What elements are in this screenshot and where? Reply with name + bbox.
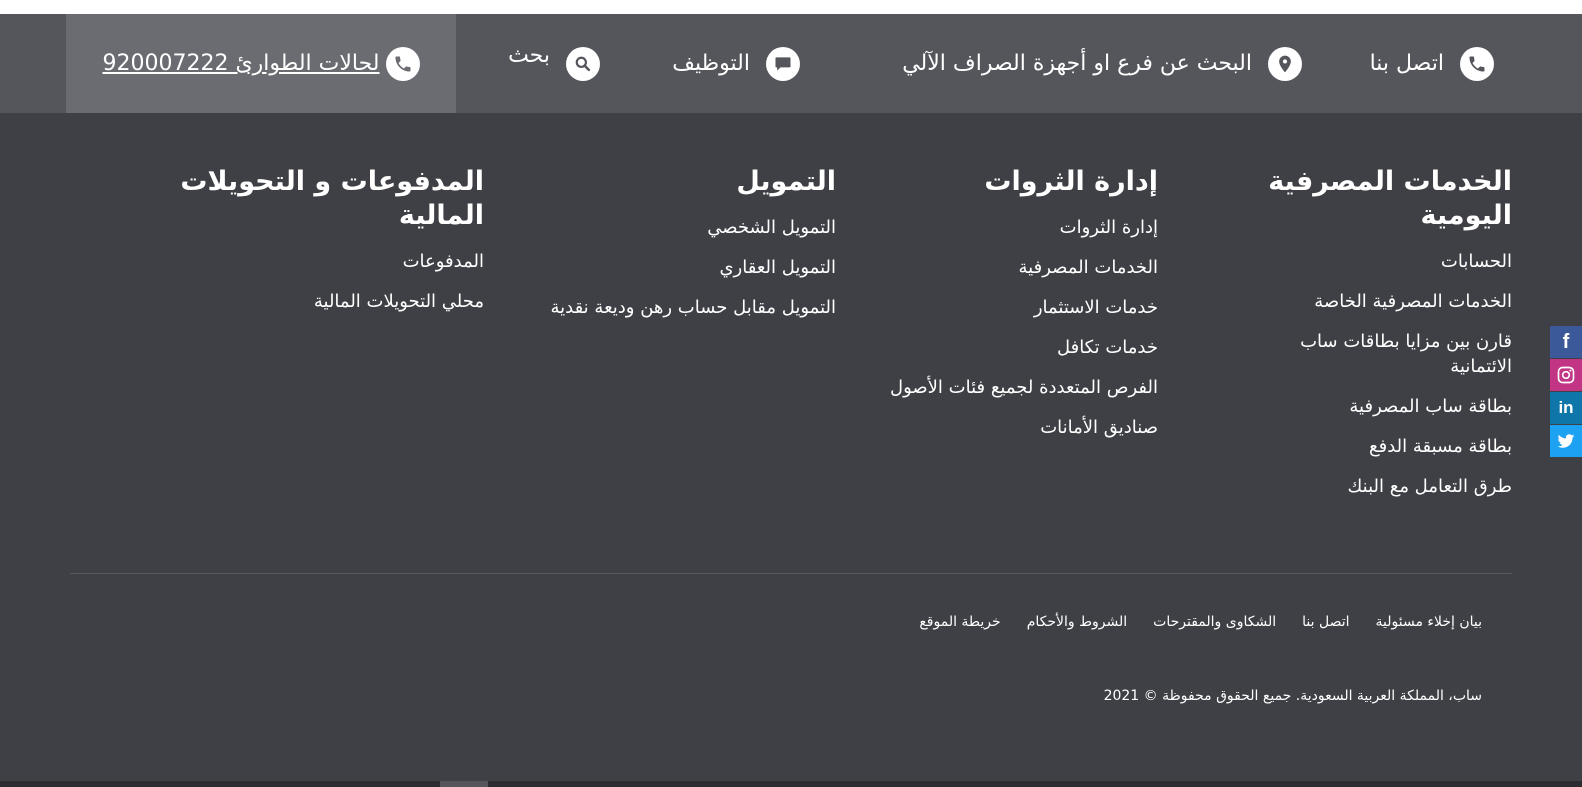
footer-link[interactable]: قارن بين مزايا بطاقات ساب الائتمانية <box>1300 331 1512 377</box>
footer-column-payments-transfers: المدفوعات و التحويلات المالية المدفوعات … <box>144 165 484 329</box>
facebook-icon[interactable]: f <box>1550 326 1582 358</box>
footer-link[interactable]: خدمات الاستثمار <box>1034 297 1158 318</box>
complaints-link[interactable]: الشكاوى والمقترحات <box>1153 614 1276 630</box>
sitemap-link[interactable]: خريطة الموقع <box>919 614 1000 630</box>
column-heading: التمويل <box>736 166 836 197</box>
footer-link-columns: الخدمات المصرفية اليومية الحسابات الخدما… <box>0 113 1582 573</box>
footer-link[interactable]: طرق التعامل مع البنك <box>1348 476 1513 497</box>
footer-link[interactable]: إدارة الثروات <box>1060 217 1158 238</box>
footer-link[interactable]: الخدمات المصرفية <box>1019 257 1158 278</box>
footer-link[interactable]: بطاقة ساب المصرفية <box>1349 396 1512 417</box>
social-share-bar: f in <box>1550 326 1582 458</box>
branch-atm-search-label: البحث عن فرع او أجهزة الصراف الآلي <box>902 51 1252 76</box>
disclaimer-link[interactable]: بيان إخلاء مسئولية <box>1376 614 1483 630</box>
footer-link[interactable]: التمويل العقاري <box>719 257 836 278</box>
contact-us-link[interactable]: اتصل بنا <box>1302 614 1349 630</box>
footer-link[interactable]: الفرص المتعددة لجميع فئات الأصول <box>890 377 1158 398</box>
careers-link[interactable]: التوظيف <box>672 14 800 113</box>
footer-link[interactable]: محلي التحويلات المالية <box>314 291 484 312</box>
map-pin-icon <box>1268 46 1302 81</box>
legal-links: بيان إخلاء مسئولية اتصل بنا الشكاوى والم… <box>919 614 1482 630</box>
copyright-text: ساب، المملكة العربية السعودية. جميع الحق… <box>1103 688 1482 704</box>
careers-label: التوظيف <box>672 51 750 76</box>
footer-link[interactable]: التمويل الشخصي <box>707 217 836 238</box>
contact-link[interactable]: اتصل بنا <box>1370 14 1494 113</box>
phone-icon <box>385 46 420 81</box>
phone-icon <box>1460 46 1494 81</box>
bottom-edge-tab <box>440 781 488 787</box>
footer-column-daily-banking: الخدمات المصرفية اليومية الحسابات الخدما… <box>1252 165 1512 514</box>
footer-link[interactable]: صناديق الأمانات <box>1040 417 1158 438</box>
emergency-hotline-label: لحالات الطوارئ 920007222 <box>102 51 380 76</box>
footer-link[interactable]: التمويل مقابل حساب رهن وديعة نقدية <box>550 297 836 318</box>
chat-bubble-icon <box>766 46 800 81</box>
emergency-hotline-link[interactable]: لحالات الطوارئ 920007222 <box>66 14 456 113</box>
column-heading: المدفوعات و التحويلات المالية <box>180 166 484 231</box>
footer-link[interactable]: المدفوعات <box>403 251 484 272</box>
footer-divider <box>70 573 1512 574</box>
search-link[interactable]: بحث <box>508 14 600 113</box>
twitter-icon[interactable] <box>1550 425 1582 457</box>
utility-bar: اتصل بنا البحث عن فرع او أجهزة الصراف ال… <box>0 14 1582 113</box>
contact-label: اتصل بنا <box>1369 51 1444 76</box>
column-heading: الخدمات المصرفية اليومية <box>1268 166 1512 231</box>
footer-link[interactable]: بطاقة مسبقة الدفع <box>1369 436 1512 457</box>
footer-link[interactable]: الحسابات <box>1441 251 1512 272</box>
footer-column-financing: التمويل التمويل الشخصي التمويل العقاري ا… <box>536 165 836 335</box>
search-label: بحث <box>508 43 550 68</box>
linkedin-icon[interactable]: in <box>1550 392 1582 424</box>
terms-link[interactable]: الشروط والأحكام <box>1027 614 1127 630</box>
instagram-icon[interactable] <box>1550 359 1582 391</box>
bottom-edge <box>0 781 1582 787</box>
search-icon <box>566 46 600 81</box>
top-white-strip <box>0 0 1582 14</box>
branch-atm-search-link[interactable]: البحث عن فرع او أجهزة الصراف الآلي <box>902 14 1302 113</box>
footer-link[interactable]: خدمات تكافل <box>1057 337 1158 358</box>
column-heading: إدارة الثروات <box>984 166 1158 197</box>
footer-link[interactable]: الخدمات المصرفية الخاصة <box>1314 291 1512 312</box>
footer-column-wealth-management: إدارة الثروات إدارة الثروات الخدمات المص… <box>888 165 1158 455</box>
